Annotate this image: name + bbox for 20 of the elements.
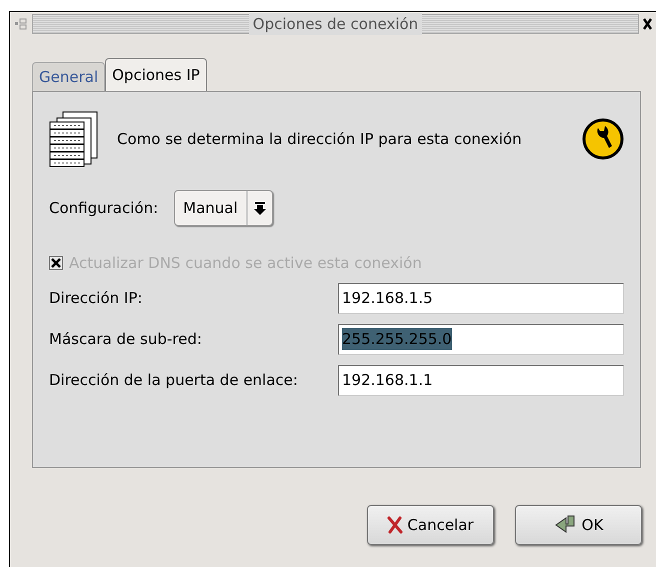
configuration-dropdown[interactable]: Manual (174, 190, 273, 226)
tab[interactable]: General (32, 62, 106, 91)
close-icon[interactable] (643, 18, 652, 30)
wrench-icon (582, 118, 624, 160)
text-field[interactable]: 192.168.1.1 (338, 364, 624, 396)
check-cross-icon (51, 258, 61, 268)
field-value: 255.255.255.0 (342, 328, 452, 350)
text-field[interactable]: 192.168.1.5 (338, 282, 624, 314)
ok-button[interactable]: OK (515, 505, 642, 545)
description-text: Como se determina la dirección IP para esta conexión (117, 128, 523, 150)
configuration-label: Configuración: (49, 198, 158, 219)
window-title: Opciones de conexión (248, 12, 422, 36)
cross-icon (387, 516, 404, 534)
field-value: 192.168.1.5 (342, 288, 433, 309)
field-label: Dirección IP: (49, 288, 144, 309)
field-label: Máscara de sub-red: (49, 328, 203, 350)
tab[interactable]: Opciones IP (105, 58, 207, 91)
field-value: 192.168.1.1 (342, 370, 433, 391)
field-label: Dirección de la puerta de enlace: (49, 370, 299, 391)
cancel-button[interactable]: Cancelar (367, 505, 494, 545)
